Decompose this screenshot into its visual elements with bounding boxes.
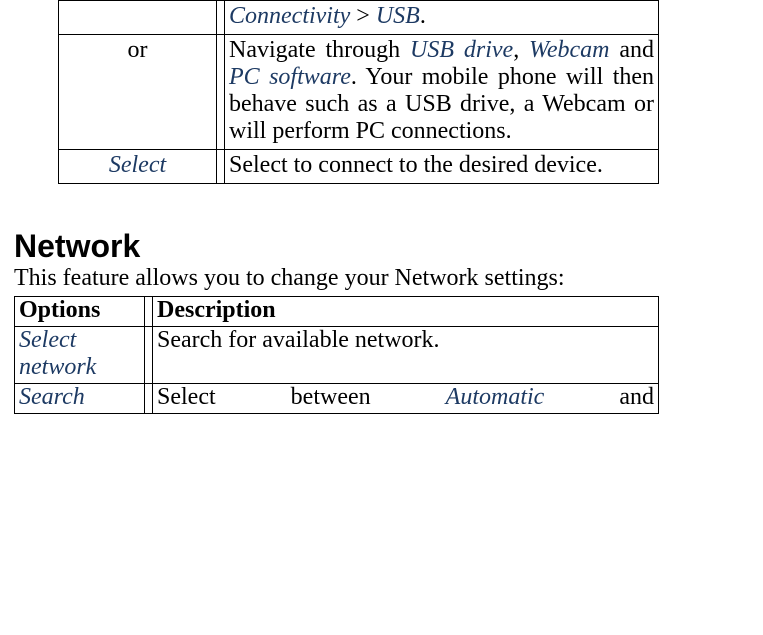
table-row: Select Select to connect to the desired … <box>59 150 659 184</box>
emph-text: Automatic <box>446 384 545 410</box>
emph-text: Connectivity <box>229 3 350 29</box>
cell-spacer <box>217 150 225 184</box>
section-heading: Network <box>14 228 763 265</box>
emph-text: Webcam <box>529 37 609 63</box>
text: and <box>544 384 654 410</box>
cell-right: Select between Automatic and <box>153 384 659 414</box>
cell-left: Select <box>59 150 217 184</box>
usb-connectivity-table: Connectivity > USB. or Navigate through … <box>58 0 659 184</box>
network-options-table: Options Description Select network Searc… <box>14 296 659 414</box>
text: or <box>128 37 148 63</box>
cell-left <box>59 1 217 35</box>
cell-left: Search <box>15 384 145 414</box>
emph-text: Search <box>19 384 85 410</box>
text: Select between <box>157 384 446 410</box>
emph-text: Select <box>109 152 166 178</box>
cell-right: Connectivity > USB. <box>225 1 659 35</box>
table-row: or Navigate through USB drive, Webcam an… <box>59 35 659 150</box>
cell-spacer <box>145 297 153 327</box>
cell-left: or <box>59 35 217 150</box>
header-description: Description <box>153 297 659 327</box>
emph-text: PC software <box>229 64 351 90</box>
emph-text: USB <box>376 3 420 29</box>
table-header-row: Options Description <box>15 297 659 327</box>
cell-spacer <box>217 1 225 35</box>
cell-left: Select network <box>15 327 145 384</box>
emph-text: USB drive <box>410 37 513 63</box>
text: Search for available network. <box>157 327 440 353</box>
cell-spacer <box>145 327 153 384</box>
header-options: Options <box>15 297 145 327</box>
table-row: Select network Search for available netw… <box>15 327 659 384</box>
cell-spacer <box>145 384 153 414</box>
cell-right: Select to connect to the desired device. <box>225 150 659 184</box>
section-intro: This feature allows you to change your N… <box>14 265 763 292</box>
cell-spacer <box>217 35 225 150</box>
text: Navigate through <box>229 37 410 63</box>
text: . <box>420 3 426 29</box>
table-row: Connectivity > USB. <box>59 1 659 35</box>
text: > <box>350 3 376 29</box>
text: Select to connect to the desired device. <box>229 152 603 178</box>
cell-right: Search for available network. <box>153 327 659 384</box>
cell-right: Navigate through USB drive, Webcam and P… <box>225 35 659 150</box>
text: , <box>513 37 529 63</box>
table-row: Search Select between Automatic and <box>15 384 659 414</box>
emph-text: Select network <box>19 327 96 380</box>
text: and <box>609 37 654 63</box>
